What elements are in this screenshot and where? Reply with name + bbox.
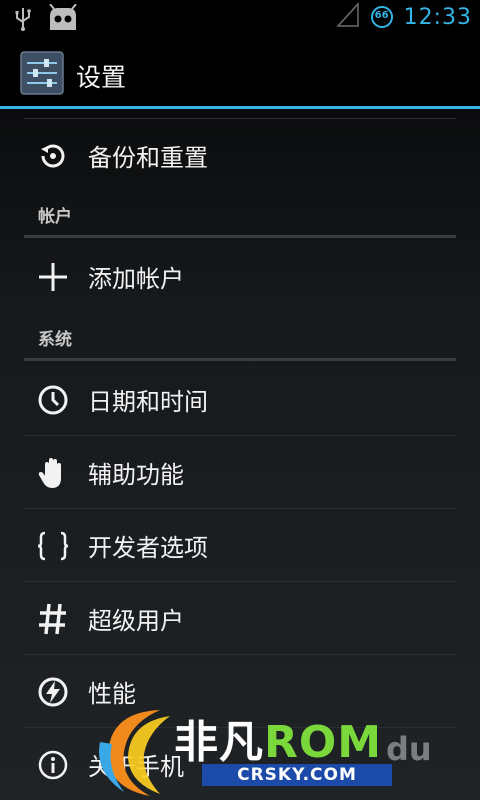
info-icon bbox=[36, 748, 70, 782]
settings-item-add-account[interactable]: 添加帐户 bbox=[24, 240, 456, 313]
settings-item-backup-reset[interactable]: 备份和重置 bbox=[24, 119, 456, 192]
watermark-brand-rom: ROM bbox=[264, 717, 383, 768]
settings-item-label: 开发者选项 bbox=[88, 534, 208, 562]
android-icon bbox=[46, 3, 80, 36]
section-header-accounts: 帐户 bbox=[24, 194, 456, 238]
settings-item-label: 添加帐户 bbox=[88, 265, 184, 293]
clock-icon bbox=[36, 383, 70, 417]
section-title: 帐户 bbox=[38, 207, 72, 227]
backup-restore-icon bbox=[36, 139, 70, 173]
watermark-swirl-icon bbox=[99, 710, 170, 796]
braces-icon bbox=[36, 529, 70, 563]
clock-time: 12:33 bbox=[403, 4, 472, 30]
watermark-brand-main: 非凡 bbox=[174, 717, 264, 768]
usb-icon bbox=[14, 5, 32, 35]
signal-icon bbox=[335, 2, 360, 32]
page-title: 设置 bbox=[76, 63, 127, 92]
settings-item-developer-options[interactable]: 开发者选项 bbox=[24, 509, 456, 582]
watermark-du: du bbox=[386, 730, 432, 768]
settings-item-accessibility[interactable]: 辅助功能 bbox=[24, 436, 456, 509]
settings-item-date-time[interactable]: 日期和时间 bbox=[24, 363, 456, 436]
badge-icon: 66 bbox=[370, 5, 394, 29]
lightning-icon bbox=[36, 675, 70, 709]
settings-item-label: 日期和时间 bbox=[88, 388, 208, 416]
settings-item-label: 辅助功能 bbox=[88, 461, 184, 489]
hash-icon bbox=[36, 602, 70, 636]
settings-item-label: 备份和重置 bbox=[88, 144, 208, 172]
action-bar: 设置 bbox=[0, 38, 480, 109]
watermark-site: CRSKY.COM bbox=[202, 764, 392, 786]
watermark-logo: 非凡ROM du CRSKY.COM bbox=[90, 702, 460, 800]
section-header-system: 系统 bbox=[24, 317, 456, 361]
section-divider bbox=[24, 235, 456, 238]
settings-item-label: 超级用户 bbox=[88, 607, 184, 635]
plus-icon bbox=[36, 260, 70, 294]
watermark-brand: 非凡ROM bbox=[174, 706, 382, 770]
hand-icon bbox=[36, 456, 70, 490]
status-bar: 66 12:33 bbox=[0, 0, 480, 38]
settings-screen: 66 12:33 设置 备份和重置 帐户 添加帐户 系统 日期和时间 辅助功能 … bbox=[0, 0, 480, 800]
settings-sliders-icon[interactable] bbox=[20, 51, 64, 95]
section-title: 系统 bbox=[38, 330, 72, 350]
settings-item-superuser[interactable]: 超级用户 bbox=[24, 582, 456, 655]
notification-count: 66 bbox=[374, 10, 389, 21]
section-divider bbox=[24, 358, 456, 361]
